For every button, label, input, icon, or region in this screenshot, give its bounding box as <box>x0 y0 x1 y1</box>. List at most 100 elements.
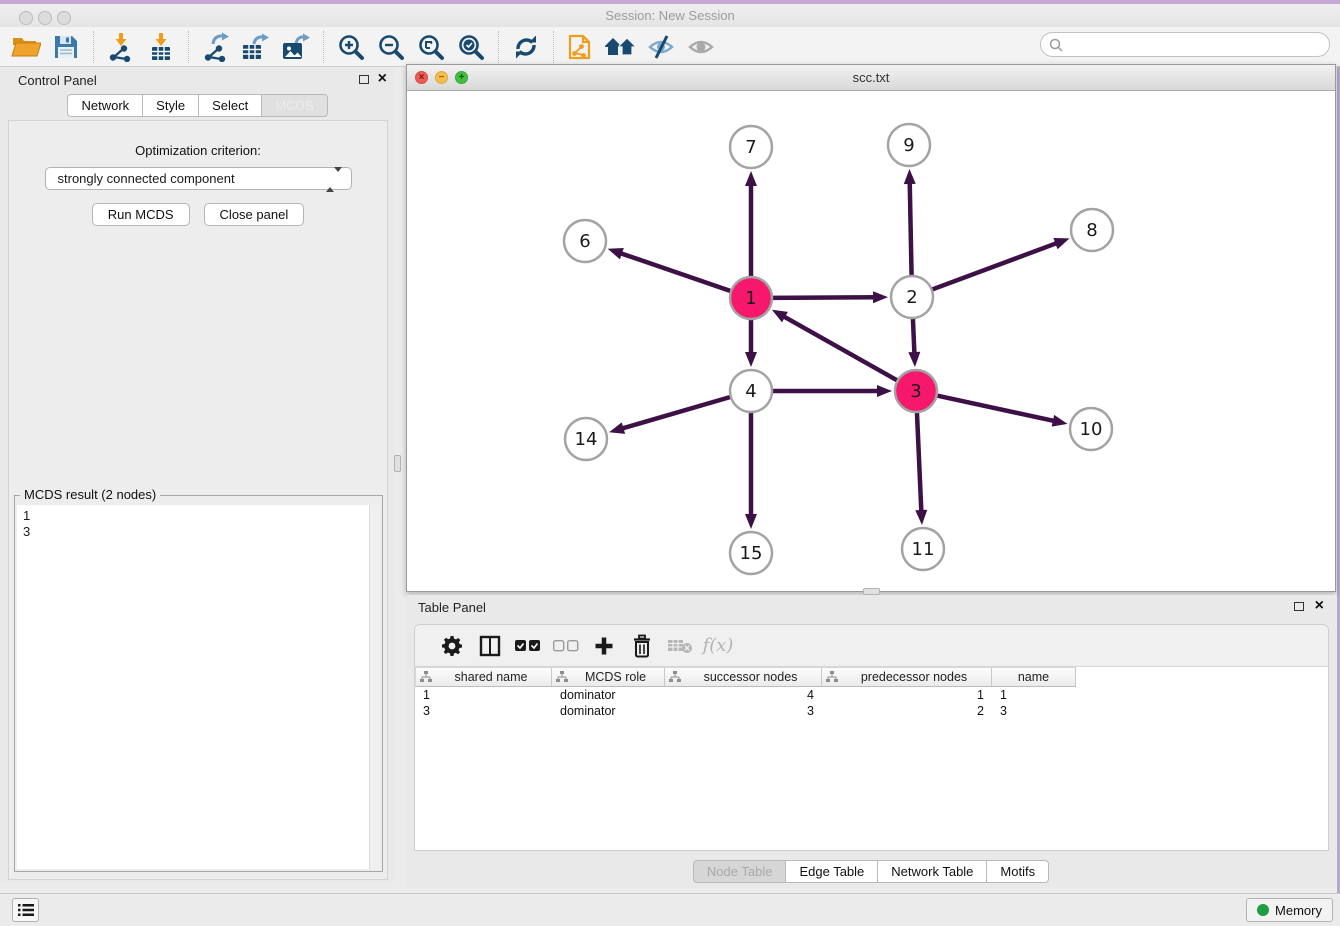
node-2[interactable]: 2 <box>891 276 933 318</box>
criterion-value: strongly connected component <box>58 171 235 186</box>
run-mcds-button[interactable]: Run MCDS <box>92 203 190 226</box>
split-column-button[interactable] <box>471 629 509 663</box>
deselect-all-columns-button[interactable] <box>547 629 585 663</box>
horizontal-splitter-handle[interactable] <box>863 588 880 595</box>
import-table-button[interactable] <box>141 30 181 64</box>
zoom-fit-button[interactable] <box>411 30 451 64</box>
column-header-predecessor-nodes[interactable]: predecessor nodes <box>822 667 992 687</box>
network-window-titlebar[interactable]: × − + scc.txt <box>407 65 1335 91</box>
edge-4-15[interactable] <box>745 413 757 529</box>
add-column-button[interactable] <box>585 629 623 663</box>
edge-3-1[interactable] <box>772 310 897 380</box>
table-tab-edge-table[interactable]: Edge Table <box>785 860 878 883</box>
open-network-file-button[interactable] <box>561 30 601 64</box>
apply-function-button[interactable]: f(x) <box>699 629 737 663</box>
column-header-successor-nodes[interactable]: successor nodes <box>665 667 822 687</box>
node-3[interactable]: 3 <box>895 370 937 412</box>
close-panel-button[interactable]: Close panel <box>204 203 305 226</box>
toolbar-separator <box>498 31 499 63</box>
node-4[interactable]: 4 <box>730 370 772 412</box>
tab-network[interactable]: Network <box>67 94 143 117</box>
hide-panel-button[interactable] <box>641 30 681 64</box>
export-table-button[interactable] <box>236 30 276 64</box>
open-session-button[interactable] <box>6 30 46 64</box>
network-file-icon <box>567 31 595 63</box>
export-image-button[interactable] <box>276 30 316 64</box>
node-10[interactable]: 10 <box>1070 408 1112 450</box>
tab-mcds[interactable]: MCDS <box>261 94 327 117</box>
memory-label: Memory <box>1275 903 1322 918</box>
split-column-icon <box>479 635 501 657</box>
zoom-in-icon <box>337 33 365 61</box>
table-tab-network-table[interactable]: Network Table <box>877 860 987 883</box>
node-15[interactable]: 15 <box>730 532 772 574</box>
import-network-button[interactable] <box>101 30 141 64</box>
search-input[interactable] <box>1063 37 1329 52</box>
edge-3-10[interactable] <box>937 396 1067 427</box>
shared-column-icon <box>420 671 432 683</box>
node-6[interactable]: 6 <box>564 220 606 262</box>
svg-text:8: 8 <box>1086 220 1097 241</box>
select-all-columns-button[interactable] <box>509 629 547 663</box>
edge-4-14[interactable] <box>609 397 730 434</box>
table-row[interactable]: 1dominator411 <box>415 687 1328 703</box>
node-14[interactable]: 14 <box>565 418 607 460</box>
save-session-button[interactable] <box>46 30 86 64</box>
node-11[interactable]: 11 <box>902 528 944 570</box>
node-9[interactable]: 9 <box>888 124 930 166</box>
mcds-result-area[interactable]: 1 3 <box>17 505 380 869</box>
edge-2-8[interactable] <box>933 238 1070 289</box>
close-panel-icon[interactable]: × <box>1315 596 1324 616</box>
edge-4-3[interactable] <box>773 385 892 397</box>
column-settings-button[interactable] <box>433 629 471 663</box>
criterion-dropdown[interactable]: strongly connected component <box>45 167 352 190</box>
column-header-shared-name[interactable]: shared name <box>415 667 552 687</box>
home-button[interactable] <box>601 30 641 64</box>
close-panel-icon[interactable]: × <box>378 69 387 89</box>
edge-3-11[interactable] <box>915 413 927 525</box>
tab-select[interactable]: Select <box>198 94 262 117</box>
node-1[interactable]: 1 <box>730 277 772 319</box>
edge-1-4[interactable] <box>745 320 757 367</box>
dropdown-stepper-icon <box>326 172 342 187</box>
zoom-out-button[interactable] <box>371 30 411 64</box>
network-canvas[interactable]: 7 9 6 8 1 2 4 3 14 10 15 11 <box>407 91 1335 591</box>
edge-2-3[interactable] <box>908 319 920 367</box>
float-panel-icon[interactable] <box>359 75 369 84</box>
zoom-selected-button[interactable] <box>451 30 491 64</box>
memory-button[interactable]: Memory <box>1246 898 1333 922</box>
delete-columns-button[interactable] <box>623 629 661 663</box>
result-scrollbar[interactable] <box>369 505 380 869</box>
svg-text:9: 9 <box>903 135 914 156</box>
task-history-button[interactable] <box>12 898 39 922</box>
toolbar-separator <box>323 31 324 63</box>
edge-2-9[interactable] <box>904 169 916 275</box>
toolbar-separator <box>93 31 94 63</box>
column-header-MCDS-role[interactable]: MCDS role <box>552 667 665 687</box>
table-panel: Table Panel × <box>406 595 1336 888</box>
apply-layout-button[interactable] <box>506 30 546 64</box>
import-table-icon <box>146 32 176 62</box>
table-row[interactable]: 3dominator323 <box>415 703 1328 719</box>
float-panel-icon[interactable] <box>1294 602 1304 611</box>
search-box[interactable] <box>1040 32 1330 57</box>
vertical-splitter-handle[interactable] <box>394 455 401 472</box>
delete-table-button[interactable] <box>661 629 699 663</box>
show-panel-button[interactable] <box>681 30 721 64</box>
table-tab-motifs[interactable]: Motifs <box>986 860 1049 883</box>
node-8[interactable]: 8 <box>1071 209 1113 251</box>
table-tab-node-table[interactable]: Node Table <box>693 860 787 883</box>
node-7[interactable]: 7 <box>730 126 772 168</box>
column-header-name[interactable]: name <box>992 667 1076 687</box>
edge-1-7[interactable] <box>745 171 757 276</box>
edge-1-6[interactable] <box>608 248 730 291</box>
edge-1-2[interactable] <box>773 291 888 303</box>
shared-column-icon <box>556 671 568 683</box>
tab-style[interactable]: Style <box>142 94 199 117</box>
zoom-in-button[interactable] <box>331 30 371 64</box>
memory-status-dot <box>1257 904 1269 916</box>
mcds-panel: Optimization criterion: strongly connect… <box>8 120 388 880</box>
svg-text:4: 4 <box>745 381 756 402</box>
table-header: shared nameMCDS rolesuccessor nodesprede… <box>415 667 1328 687</box>
export-network-button[interactable] <box>196 30 236 64</box>
